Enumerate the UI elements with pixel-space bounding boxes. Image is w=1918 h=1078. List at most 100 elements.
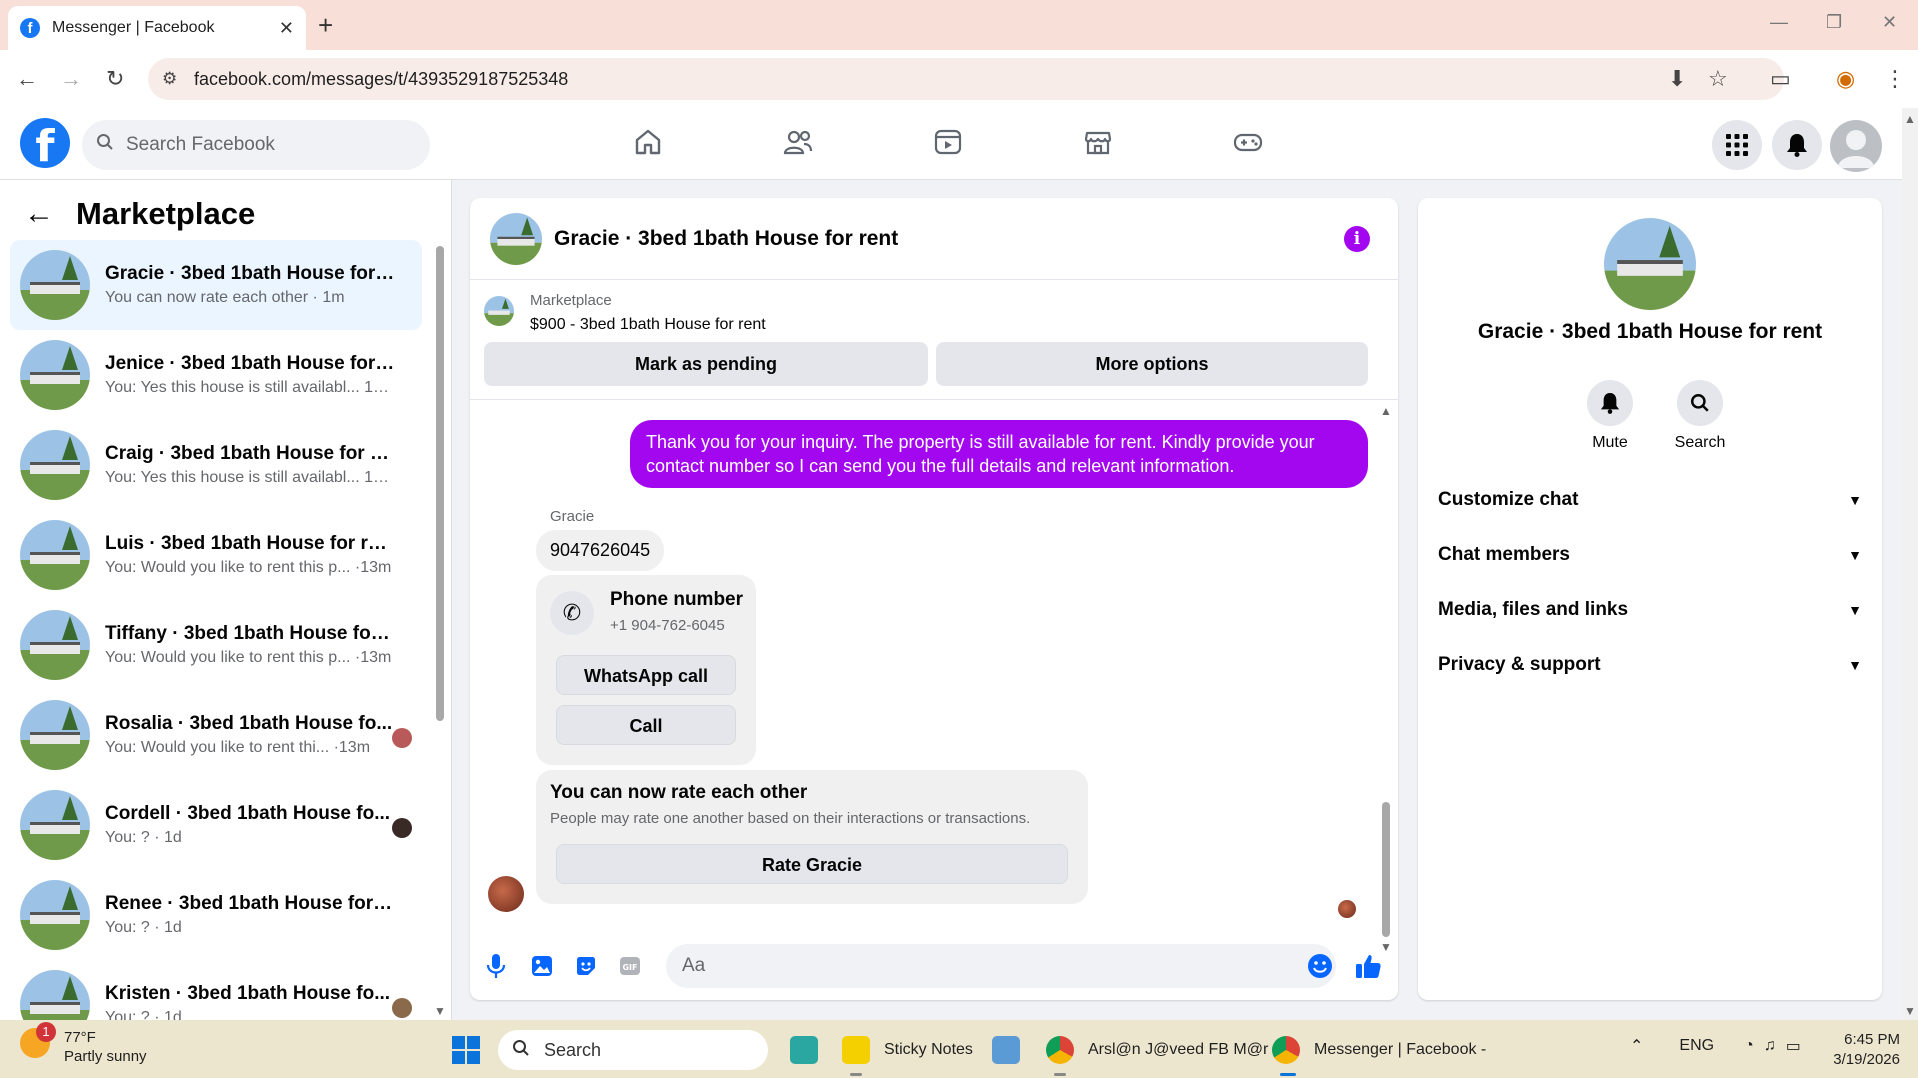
privacy-support-section[interactable]: Privacy & support ▼ (1438, 645, 1862, 685)
install-app-icon[interactable]: ⬇ (1668, 66, 1686, 92)
scroll-up-icon[interactable]: ▲ (1380, 404, 1392, 418)
conversation-preview: You: ? · 1d (105, 829, 182, 846)
conversation-item[interactable]: Tiffany · 3bed 1bath House for r... You: … (10, 600, 422, 690)
app-label: Messenger | Facebook - (1314, 1041, 1487, 1058)
close-window-icon[interactable]: ✕ (1882, 12, 1897, 33)
search-label: Search (1674, 434, 1726, 451)
new-tab-icon[interactable]: + (318, 10, 333, 41)
taskbar-search[interactable]: Search (498, 1030, 768, 1070)
thumbs-up-icon[interactable] (1354, 952, 1382, 980)
url-field[interactable]: ⚙ facebook.com/messages/t/43935291875253… (148, 58, 1784, 100)
conversation-item[interactable]: Rosalia · 3bed 1bath House fo... You: Wou… (10, 690, 422, 780)
chrome-window-arslan[interactable]: Arsl@n J@veed FB M@r (1046, 1032, 1268, 1076)
gif-icon[interactable]: GIF (616, 952, 644, 980)
video-tab-icon[interactable] (932, 126, 972, 162)
conversation-item[interactable]: Gracie · 3bed 1bath House for rent You ca… (10, 240, 422, 330)
friends-tab-icon[interactable] (782, 126, 822, 162)
page-scrollbar[interactable]: ▲ ▼ (1902, 108, 1918, 1020)
clock[interactable]: 6:45 PM 3/19/2026 (1826, 1030, 1900, 1070)
message-input[interactable] (666, 944, 1336, 988)
language-indicator[interactable]: ENG (1679, 1037, 1714, 1055)
emoji-icon[interactable] (1306, 952, 1334, 980)
forward-icon[interactable]: → (60, 66, 82, 92)
weather-widget[interactable]: 1 77°F Partly sunny (20, 1022, 147, 1066)
sticker-icon[interactable] (572, 952, 600, 980)
account-avatar[interactable] (1830, 120, 1882, 172)
mark-as-pending-button[interactable]: Mark as pending (484, 342, 928, 386)
mute-button[interactable]: Mute (1570, 380, 1650, 452)
chevron-down-icon: ▼ (1848, 492, 1862, 508)
close-tab-icon[interactable]: ✕ (279, 18, 294, 39)
conversation-preview: You: ? · 1d (105, 919, 182, 936)
conversation-item[interactable]: Luis · 3bed 1bath House for rent You: Wou… (10, 510, 422, 600)
copilot-app-icon[interactable] (790, 1032, 832, 1068)
chat-title[interactable]: Gracie · 3bed 1bath House for rent (554, 227, 898, 251)
minimize-icon[interactable]: — (1770, 12, 1788, 33)
customize-chat-section[interactable]: Customize chat ▼ (1438, 480, 1862, 520)
app-label: Sticky Notes (884, 1041, 973, 1058)
chat-avatar[interactable] (490, 212, 542, 265)
message-composer: GIF (470, 930, 1398, 1000)
chevron-up-icon[interactable]: ⌃ (1630, 1036, 1643, 1056)
snipping-tool-icon[interactable] (992, 1032, 1034, 1068)
browser-menu-icon[interactable]: ⋮ (1884, 66, 1906, 92)
conversation-name: Rosalia · 3bed 1bath House fo... (105, 713, 393, 734)
facebook-search-input[interactable]: Search Facebook (82, 120, 430, 170)
listing-title[interactable]: $900 - 3bed 1bath House for rent (530, 316, 766, 334)
menu-grid-icon[interactable] (1712, 120, 1762, 170)
photo-icon[interactable] (528, 952, 556, 980)
sender-name: Gracie (550, 508, 595, 525)
scroll-down-icon[interactable]: ▼ (434, 1004, 446, 1018)
media-files-links-section[interactable]: Media, files and links ▼ (1438, 590, 1862, 630)
scroll-up-icon[interactable]: ▲ (1904, 112, 1916, 126)
search-conversation-button[interactable]: Search (1660, 380, 1740, 452)
conversation-item[interactable]: Jenice · 3bed 1bath House for rent You: Y… (10, 330, 422, 420)
conversation-item[interactable]: Craig · 3bed 1bath House for rent You: Ye… (10, 420, 422, 510)
chat-members-section[interactable]: Chat members ▼ (1438, 535, 1862, 575)
microphone-icon[interactable] (482, 952, 510, 980)
conversation-item[interactable]: Renee · 3bed 1bath House for rent You: ? … (10, 870, 422, 960)
conversation-item[interactable]: Cordell · 3bed 1bath House fo... You: ? ·… (10, 780, 422, 870)
back-arrow-icon[interactable]: ← (24, 197, 54, 231)
chat-scrollbar[interactable] (1382, 802, 1390, 937)
profile-picture[interactable] (1604, 218, 1696, 310)
rate-gracie-button[interactable]: Rate Gracie (556, 844, 1068, 884)
battery-icon[interactable]: ▭ (1786, 1036, 1801, 1056)
whatsapp-call-button[interactable]: WhatsApp call (556, 655, 736, 695)
back-icon[interactable]: ← (16, 66, 38, 92)
browser-tab[interactable]: f Messenger | Facebook ✕ (8, 6, 306, 50)
chat-header: Gracie · 3bed 1bath House for rent i (470, 198, 1398, 280)
house-thumbnail (20, 340, 90, 410)
bookmark-star-icon[interactable]: ☆ (1708, 66, 1728, 92)
restore-icon[interactable]: ❐ (1826, 12, 1842, 33)
sidebar-scrollbar[interactable] (436, 246, 444, 721)
temperature: 77°F (64, 1029, 96, 1046)
call-button[interactable]: Call (556, 705, 736, 745)
wifi-icon[interactable]: ◔ (1744, 1037, 1754, 1055)
chrome-window-messenger[interactable]: Messenger | Facebook - (1272, 1032, 1487, 1076)
sticky-notes-app[interactable]: Sticky Notes (842, 1032, 973, 1076)
windows-start-icon[interactable] (452, 1036, 480, 1064)
url-text: facebook.com/messages/t/4393529187525348 (194, 68, 569, 89)
svg-text:GIF: GIF (622, 963, 637, 972)
sticky-notes-icon (842, 1036, 870, 1064)
facebook-logo-icon[interactable]: f (20, 118, 70, 168)
profile-icon[interactable]: ◉ (1836, 66, 1855, 92)
info-icon[interactable]: i (1344, 226, 1370, 252)
read-receipt-avatar (1338, 900, 1356, 918)
sender-avatar[interactable] (488, 876, 524, 912)
cast-icon[interactable]: ▭ (1770, 66, 1791, 92)
scroll-down-icon[interactable]: ▼ (1904, 1004, 1916, 1018)
more-options-button[interactable]: More options (936, 342, 1368, 386)
marketplace-tab-icon[interactable] (1082, 126, 1122, 162)
notifications-bell-icon[interactable] (1772, 120, 1822, 170)
reload-icon[interactable]: ↻ (106, 66, 124, 92)
listing-thumbnail[interactable] (484, 296, 514, 326)
read-receipt-avatar (392, 728, 412, 748)
conversation-sidebar: ← Marketplace Gracie · 3bed 1bath House … (0, 180, 452, 1040)
volume-icon[interactable]: ♫ (1764, 1037, 1776, 1055)
home-tab-icon[interactable] (632, 126, 672, 162)
gaming-tab-icon[interactable] (1232, 126, 1272, 162)
section-label: Privacy & support (1438, 654, 1601, 675)
site-info-icon[interactable]: ⚙ (162, 69, 194, 89)
